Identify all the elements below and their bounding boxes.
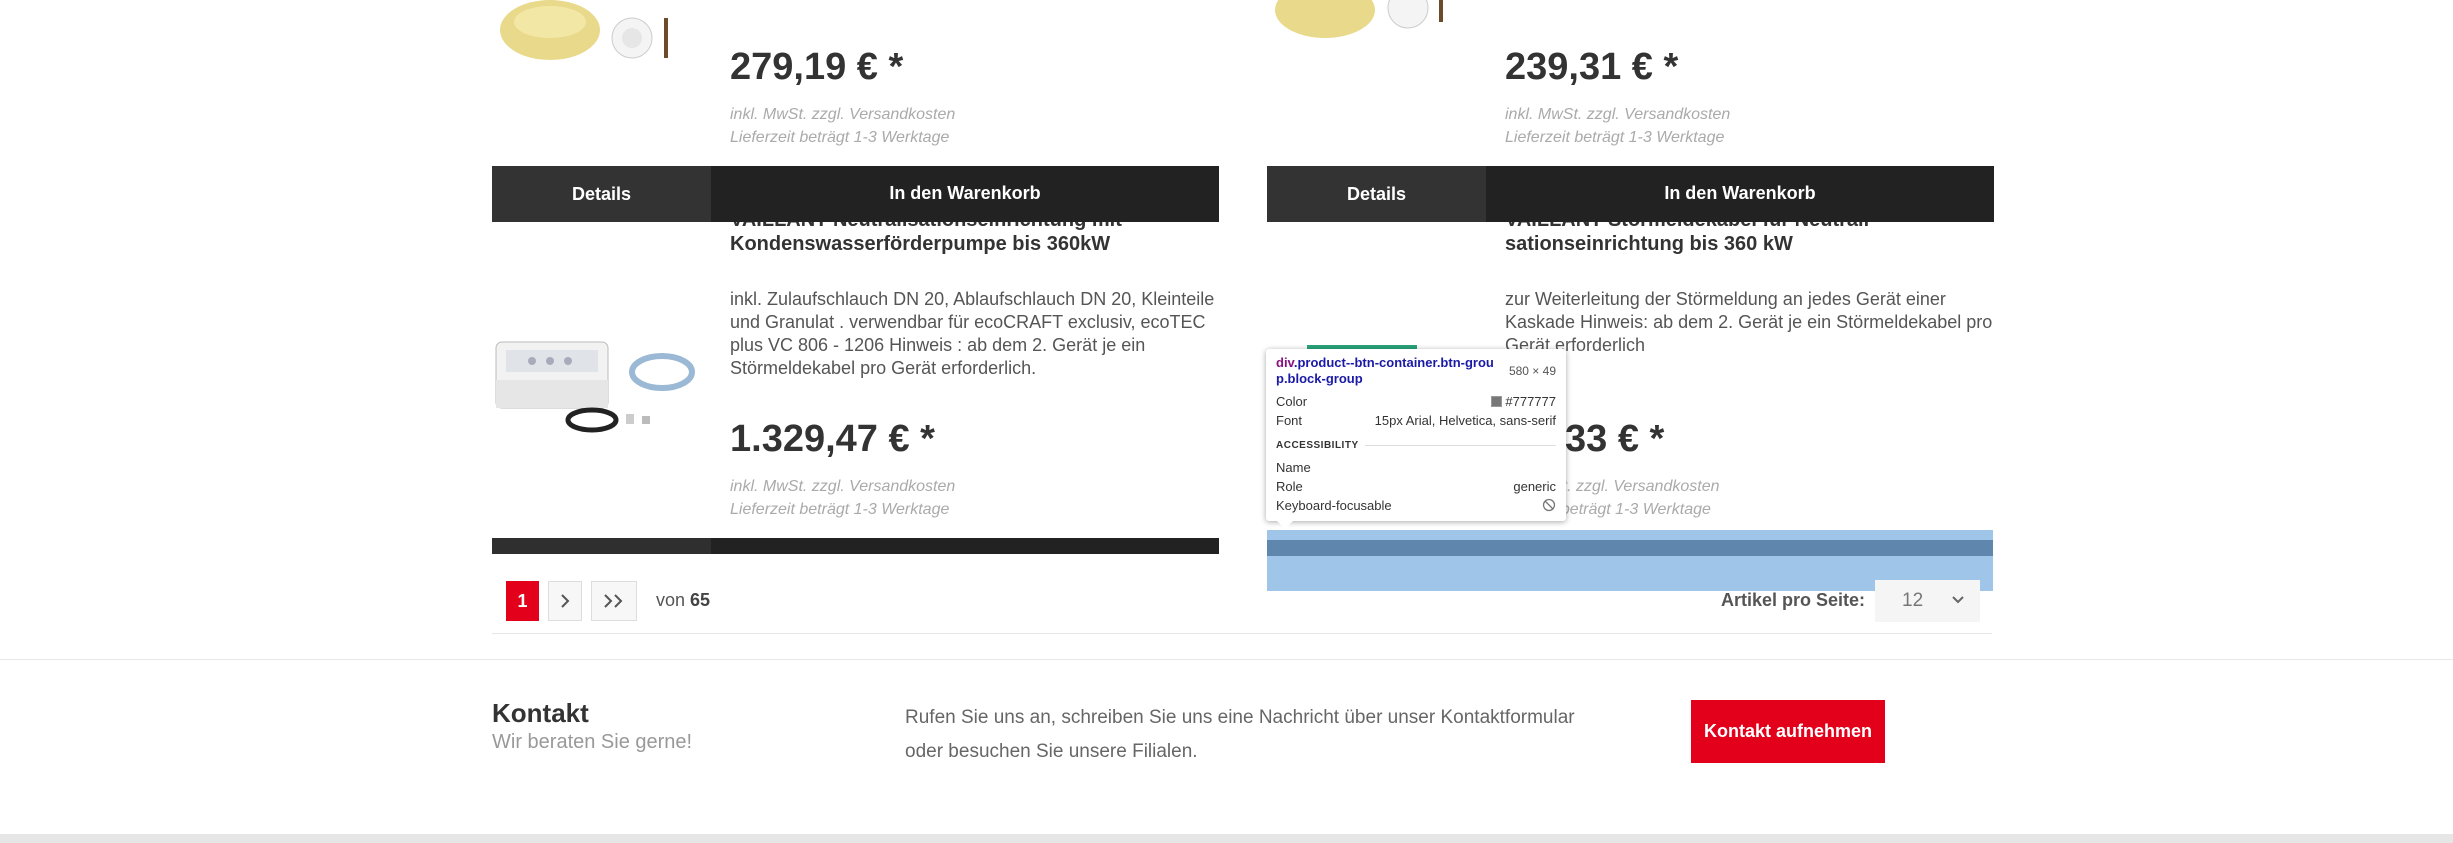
delivery-note: Lieferzeit beträgt 1-3 Werktage bbox=[1505, 129, 1725, 146]
delivery-note: Lieferzeit beträgt 1-3 Werktage bbox=[730, 501, 950, 518]
per-page-select[interactable]: 12 bbox=[1875, 580, 1980, 622]
accessibility-heading: ACCESSIBILITY bbox=[1276, 440, 1359, 451]
per-page-label: Artikel pro Seite: bbox=[1721, 590, 1866, 610]
role-value: generic bbox=[1513, 479, 1556, 494]
selector-tag: div bbox=[1276, 355, 1294, 370]
accessibility-heading-row: ACCESSIBILITY bbox=[1276, 440, 1556, 451]
per-page-value: 12 bbox=[1902, 590, 1924, 611]
next-page-button[interactable] bbox=[548, 581, 582, 621]
font-label: Font bbox=[1276, 413, 1303, 428]
highlight-inner-bar bbox=[1267, 540, 1993, 556]
chevron-right-icon bbox=[561, 594, 570, 608]
color-label: Color bbox=[1276, 394, 1308, 409]
product-price-partial: 33 € * bbox=[1565, 418, 1665, 460]
tax-note: inkl. MwSt. zzgl. Versandkosten bbox=[730, 478, 956, 495]
details-button[interactable]: Details bbox=[492, 166, 711, 222]
tooltip-arrow bbox=[1276, 520, 1294, 529]
product-btn-container-3[interactable] bbox=[492, 538, 1219, 554]
product-description: zur Weiterleitung der Störmeldung an jed… bbox=[1505, 289, 1993, 355]
contact-heading: Kontakt bbox=[492, 698, 589, 728]
font-value: 15px Arial, Helvetica, sans-serif bbox=[1374, 413, 1556, 428]
selector-classes-line-1: .product--btn-container.btn-grou bbox=[1293, 355, 1494, 370]
tax-note-partial: St. zzgl. Versandkosten bbox=[1552, 478, 1720, 495]
accessibility-divider bbox=[1364, 445, 1556, 446]
product-btn-container-1: Details In den Warenkorb bbox=[492, 166, 1219, 222]
cart-button-strip bbox=[711, 538, 1219, 554]
product-card-3: VAILLANT Neutralisationseinrichtung mit … bbox=[492, 200, 1219, 555]
tooltip-keyboard-row: Keyboard-focusable bbox=[1276, 498, 1556, 513]
devtools-inspect-tooltip: div.product--btn-container.btn-grou p.bl… bbox=[1266, 349, 1566, 521]
contact-button[interactable]: Kontakt aufnehmen bbox=[1691, 700, 1885, 763]
tax-note: inkl. MwSt. zzgl. Versandkosten bbox=[1505, 106, 1731, 123]
add-to-cart-button[interactable]: In den Warenkorb bbox=[1486, 166, 1994, 222]
footer-top-divider bbox=[0, 659, 2453, 660]
last-page-button[interactable] bbox=[591, 581, 637, 621]
contact-text: Rufen Sie uns an, schreiben Sie uns eine… bbox=[905, 707, 1575, 762]
color-swatch bbox=[1491, 396, 1503, 407]
not-allowed-icon bbox=[1542, 498, 1556, 512]
product-title-line-2[interactable]: Kondenswasserförderpumpe bis 360kW bbox=[730, 233, 1110, 256]
product-image-3[interactable] bbox=[492, 320, 702, 445]
product-description: inkl. Zulaufschlauch DN 20, Ablaufschlau… bbox=[730, 289, 1215, 378]
footer-band bbox=[0, 834, 2453, 843]
contact-subheading: Wir beraten Sie gerne! bbox=[492, 731, 693, 753]
double-chevron-right-icon bbox=[604, 594, 623, 608]
tooltip-name-row: Name bbox=[1276, 460, 1556, 475]
page-count: von 65 bbox=[656, 590, 710, 611]
product-btn-container-2: Details In den Warenkorb bbox=[1267, 166, 1994, 222]
tooltip-selector: div.product--btn-container.btn-grou p.bl… bbox=[1276, 355, 1498, 387]
chevron-down-icon bbox=[1952, 596, 1964, 604]
tooltip-role-row: Role generic bbox=[1276, 479, 1556, 494]
product-title-line-2[interactable]: sationseinrichtung bis 360 kW bbox=[1505, 233, 1793, 256]
product-price: 239,31 € * bbox=[1505, 46, 1679, 88]
selector-classes-line-2: p.block-group bbox=[1276, 371, 1363, 386]
element-dimensions: 580 × 49 bbox=[1508, 364, 1556, 378]
page-1-button[interactable]: 1 bbox=[506, 581, 539, 621]
product-price: 279,19 € * bbox=[730, 46, 904, 88]
tooltip-font-row: Font 15px Arial, Helvetica, sans-serif bbox=[1276, 413, 1556, 428]
keyboard-label: Keyboard-focusable bbox=[1276, 498, 1392, 513]
color-value: #777777 bbox=[1505, 394, 1556, 409]
delivery-note-partial: t beträgt 1-3 Werktage bbox=[1552, 501, 1711, 518]
details-button[interactable]: Details bbox=[1267, 166, 1486, 222]
delivery-note: Lieferzeit beträgt 1-3 Werktage bbox=[730, 129, 950, 146]
product-price: 1.329,47 € * bbox=[730, 418, 935, 460]
role-label: Role bbox=[1276, 479, 1303, 494]
total-pages: 65 bbox=[690, 590, 711, 610]
add-to-cart-button[interactable]: In den Warenkorb bbox=[711, 166, 1219, 222]
product-image-1[interactable] bbox=[492, 0, 702, 64]
of-label: von bbox=[656, 590, 686, 610]
name-label: Name bbox=[1276, 460, 1311, 475]
tax-note: inkl. MwSt. zzgl. Versandkosten bbox=[730, 106, 956, 123]
product-image-2[interactable] bbox=[1267, 0, 1477, 40]
tooltip-color-row: Color #777777 bbox=[1276, 394, 1556, 409]
color-value-wrap: #777777 bbox=[1491, 394, 1556, 409]
pagination-divider bbox=[492, 633, 1992, 634]
